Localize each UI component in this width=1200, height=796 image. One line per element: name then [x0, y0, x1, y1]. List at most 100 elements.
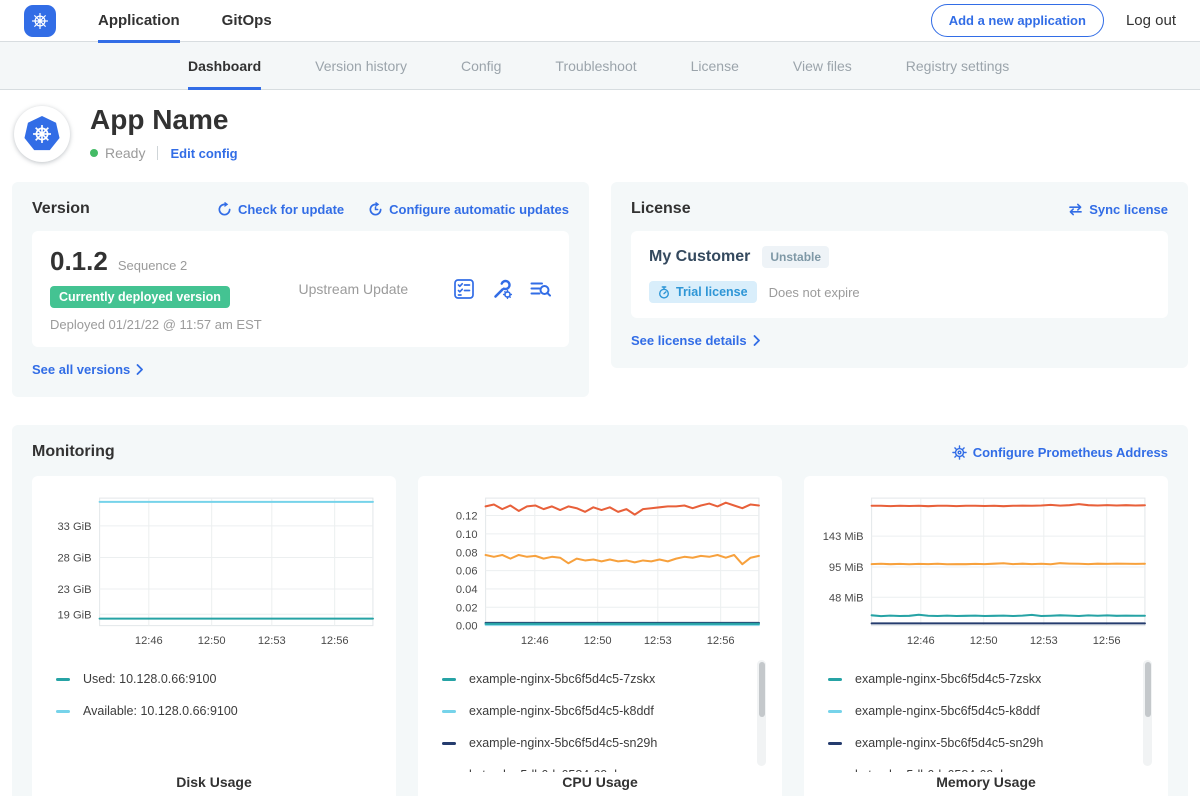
cpu-usage-legend: example-nginx-5bc6f5d4c5-7zskxexample-ng… [430, 660, 770, 772]
license-panel: License Sync license My C [611, 182, 1188, 368]
channel-badge: Unstable [762, 246, 829, 268]
svg-text:12:53: 12:53 [1030, 635, 1058, 647]
license-panel-title: License [631, 200, 691, 218]
gear-icon [952, 445, 967, 460]
edit-config-link[interactable]: Edit config [170, 146, 237, 161]
disk-usage-chart: 12:4612:5012:5312:5633 GiB28 GiB23 GiB19… [44, 490, 384, 656]
svg-text:12:46: 12:46 [521, 635, 549, 647]
svg-text:0.08: 0.08 [456, 547, 478, 559]
config-wrench-icon[interactable] [491, 278, 513, 300]
legend-item: kotsadm-5db6dc6584-69qbz [828, 768, 1132, 772]
legend-scrollbar-thumb[interactable] [759, 662, 765, 717]
svg-text:48 MiB: 48 MiB [829, 592, 864, 604]
svg-text:95 MiB: 95 MiB [829, 562, 864, 574]
svg-text:12:50: 12:50 [198, 635, 226, 647]
preflight-checks-icon[interactable] [453, 278, 475, 300]
svg-text:0.04: 0.04 [456, 584, 478, 596]
clock-refresh-icon [368, 202, 383, 217]
svg-text:12:46: 12:46 [907, 635, 935, 647]
legend-scrollbar[interactable] [757, 660, 766, 766]
legend-item: example-nginx-5bc6f5d4c5-sn29h [828, 736, 1132, 750]
svg-text:12:50: 12:50 [584, 635, 612, 647]
memory-usage-chart-card: 12:4612:5012:5312:56143 MiB95 MiB48 MiB … [804, 476, 1168, 796]
tab-dashboard[interactable]: Dashboard [188, 42, 261, 89]
svg-text:0.06: 0.06 [456, 566, 478, 578]
svg-text:33 GiB: 33 GiB [58, 521, 92, 533]
tab-troubleshoot[interactable]: Troubleshoot [555, 42, 636, 89]
legend-label: example-nginx-5bc6f5d4c5-k8ddf [855, 704, 1040, 718]
sync-license-link[interactable]: Sync license [1068, 202, 1168, 217]
tab-version-history[interactable]: Version history [315, 42, 407, 89]
cpu-usage-chart-card: 12:4612:5012:5312:560.120.100.080.060.04… [418, 476, 782, 796]
tab-registry-settings[interactable]: Registry settings [906, 42, 1009, 89]
see-all-versions-link[interactable]: See all versions [32, 362, 144, 377]
cpu-usage-chart: 12:4612:5012:5312:560.120.100.080.060.04… [430, 490, 770, 656]
stopwatch-icon [658, 286, 670, 299]
legend-scrollbar-thumb[interactable] [1145, 662, 1151, 717]
license-expiry: Does not expire [769, 285, 860, 300]
memory-usage-legend: example-nginx-5bc6f5d4c5-7zskx example-ng… [816, 660, 1156, 772]
legend-label: example-nginx-5bc6f5d4c5-sn29h [469, 736, 657, 750]
nav-tab-gitops-label: GitOps [222, 12, 272, 29]
tab-license[interactable]: License [691, 42, 739, 89]
svg-text:12:56: 12:56 [1093, 635, 1121, 647]
svg-text:0.02: 0.02 [456, 602, 478, 614]
legend-item: Used: 10.128.0.66:9100 [56, 672, 360, 686]
svg-text:0.00: 0.00 [456, 621, 478, 633]
configure-automatic-updates-link[interactable]: Configure automatic updates [368, 202, 569, 217]
svg-text:12:56: 12:56 [321, 635, 349, 647]
legend-scrollbar[interactable] [1143, 660, 1152, 766]
legend-item: example-nginx-5bc6f5d4c5-k8ddf [442, 704, 746, 718]
version-panel-title: Version [32, 200, 90, 218]
license-type-badge: Trial license [649, 281, 757, 303]
app-sub-nav: Dashboard Version history Config Trouble… [0, 42, 1200, 90]
sequence-label: Sequence 2 [118, 258, 187, 273]
see-license-details-link[interactable]: See license details [631, 333, 761, 348]
nav-tab-gitops[interactable]: GitOps [222, 0, 272, 42]
check-for-update-link[interactable]: Check for update [217, 202, 344, 217]
svg-text:12:46: 12:46 [135, 635, 163, 647]
legend-item: example-nginx-5bc6f5d4c5-7zskx [828, 672, 1132, 686]
update-source-label: Upstream Update [262, 281, 445, 297]
memory-usage-chart: 12:4612:5012:5312:56143 MiB95 MiB48 MiB [816, 490, 1156, 656]
kubernetes-app-icon [23, 115, 61, 153]
legend-label: kotsadm-5db6dc6584-69qbz [469, 768, 627, 772]
customer-name: My Customer [649, 248, 750, 266]
svg-text:12:56: 12:56 [707, 635, 735, 647]
legend-color-dash [56, 710, 70, 713]
divider [157, 146, 158, 160]
legend-item: example-nginx-5bc6f5d4c5-k8ddf [828, 704, 1132, 718]
legend-label: example-nginx-5bc6f5d4c5-k8ddf [469, 704, 654, 718]
tab-view-files[interactable]: View files [793, 42, 852, 89]
svg-text:12:53: 12:53 [644, 635, 672, 647]
nav-tab-application[interactable]: Application [98, 0, 180, 42]
legend-item: kotsadm-5db6dc6584-69qbz [442, 768, 746, 772]
svg-text:28 GiB: 28 GiB [58, 552, 92, 564]
configure-prometheus-link[interactable]: Configure Prometheus Address [952, 445, 1168, 460]
svg-text:23 GiB: 23 GiB [58, 584, 92, 596]
status-badge: Ready [105, 145, 145, 161]
top-nav: Application GitOps Add a new application… [0, 0, 1200, 42]
version-panel: Version Check for update [12, 182, 589, 397]
version-number: 0.1.2 [50, 246, 108, 277]
logout-link[interactable]: Log out [1126, 12, 1176, 29]
chevron-right-icon [136, 364, 144, 375]
legend-color-dash [828, 678, 842, 681]
deployed-timestamp: Deployed 01/21/22 @ 11:57 am EST [50, 317, 262, 332]
view-logs-icon[interactable] [529, 278, 551, 300]
monitoring-title: Monitoring [32, 443, 115, 461]
add-application-button[interactable]: Add a new application [931, 4, 1104, 37]
chart-title-disk: Disk Usage [44, 774, 384, 790]
svg-text:0.10: 0.10 [456, 529, 478, 541]
chart-title-memory: Memory Usage [816, 774, 1156, 790]
legend-item: example-nginx-5bc6f5d4c5-sn29h [442, 736, 746, 750]
legend-color-dash [56, 678, 70, 681]
legend-label: example-nginx-5bc6f5d4c5-sn29h [855, 736, 1043, 750]
tab-config[interactable]: Config [461, 42, 501, 89]
page-title: App Name [90, 104, 238, 136]
legend-label: example-nginx-5bc6f5d4c5-7zskx [855, 672, 1041, 686]
nav-tab-application-label: Application [98, 12, 180, 29]
chart-title-cpu: CPU Usage [430, 774, 770, 790]
current-version-card: 0.1.2 Sequence 2 Currently deployed vers… [32, 231, 569, 347]
legend-label: kotsadm-5db6dc6584-69qbz [855, 768, 1013, 772]
